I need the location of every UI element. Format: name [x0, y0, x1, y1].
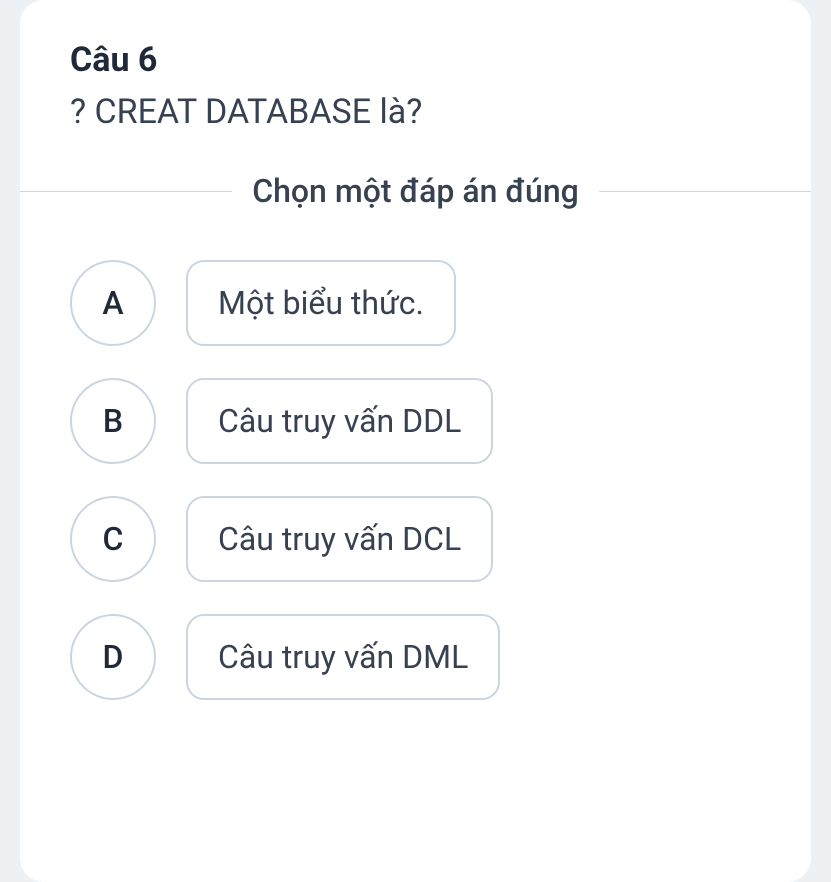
option-letter-d[interactable]: D — [70, 614, 156, 700]
question-number: Câu 6 — [70, 40, 761, 80]
option-row-b: B Câu truy vấn DDL — [70, 378, 761, 464]
options-list: A Một biểu thức. B Câu truy vấn DDL C Câ… — [70, 260, 761, 700]
option-row-d: D Câu truy vấn DML — [70, 614, 761, 700]
question-text: ? CREAT DATABASE là? — [70, 92, 761, 132]
option-text-c[interactable]: Câu truy vấn DCL — [186, 496, 493, 582]
option-text-b[interactable]: Câu truy vấn DDL — [186, 378, 493, 464]
instruction-row: Chọn một đáp án đúng — [20, 172, 811, 210]
instruction-text: Chọn một đáp án đúng — [232, 172, 599, 210]
option-letter-c[interactable]: C — [70, 496, 156, 582]
option-row-a: A Một biểu thức. — [70, 260, 761, 346]
question-card: Câu 6 ? CREAT DATABASE là? Chọn một đáp … — [20, 0, 811, 882]
divider-left — [20, 191, 232, 192]
option-row-c: C Câu truy vấn DCL — [70, 496, 761, 582]
option-letter-a[interactable]: A — [70, 260, 156, 346]
divider-right — [599, 191, 811, 192]
option-text-d[interactable]: Câu truy vấn DML — [186, 614, 500, 700]
option-text-a[interactable]: Một biểu thức. — [186, 260, 456, 346]
option-letter-b[interactable]: B — [70, 378, 156, 464]
